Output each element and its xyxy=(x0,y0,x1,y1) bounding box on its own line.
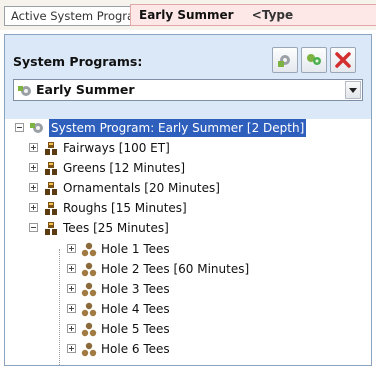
expand-toggle[interactable] xyxy=(29,203,38,212)
expand-toggle[interactable] xyxy=(29,183,38,192)
station-icon xyxy=(81,242,97,257)
tree-group-label: Roughs [15 Minutes] xyxy=(63,201,187,215)
tree-station-label: Hole 3 Tees xyxy=(101,282,170,296)
collapse-toggle[interactable] xyxy=(29,223,38,232)
dropdown-toggle-button[interactable] xyxy=(345,81,361,99)
expand-toggle[interactable] xyxy=(29,163,38,172)
tree-station-label: Hole 2 Tees [60 Minutes] xyxy=(101,262,250,276)
program-tree[interactable]: System Program: Early Summer [2 Depth] F… xyxy=(5,119,371,365)
add-program-icon xyxy=(278,55,290,67)
station-icon xyxy=(81,262,97,277)
tree-group-node[interactable]: Greens [12 Minutes] xyxy=(5,159,371,177)
expand-toggle[interactable] xyxy=(67,264,76,273)
tree-station-node[interactable]: Hole 1 Tees xyxy=(5,240,371,258)
tree-station-node[interactable]: Hole 2 Tees [60 Minutes] xyxy=(5,260,371,278)
new-program-button[interactable] xyxy=(272,47,298,73)
tree-group-label: Fairways [100 ET] xyxy=(63,141,170,155)
collapse-toggle[interactable] xyxy=(15,123,24,132)
dropdown-selected-value: Early Summer xyxy=(36,82,135,97)
program-type-label: <Type xyxy=(251,8,294,22)
expand-toggle[interactable] xyxy=(67,324,76,333)
expand-toggle[interactable] xyxy=(67,284,76,293)
copy-program-icon xyxy=(307,54,321,65)
station-group-icon xyxy=(45,222,57,235)
delete-icon xyxy=(335,52,351,68)
tree-station-label: Hole 5 Tees xyxy=(101,322,170,336)
tree-group-label: Greens [12 Minutes] xyxy=(63,161,186,175)
tree-station-label: Hole 6 Tees xyxy=(101,342,170,356)
panel-header: System Programs: Early Summer xyxy=(5,35,371,113)
tree-group-label: Ornamentals [20 Minutes] xyxy=(63,181,220,195)
system-programs-panel: System Programs: Early Summer System Pro… xyxy=(4,34,372,366)
tree-group-node[interactable]: Tees [25 Minutes] xyxy=(5,219,371,237)
system-program-dropdown[interactable]: Early Summer xyxy=(13,79,363,101)
tree-station-node[interactable]: Hole 6 Tees xyxy=(5,340,371,358)
tree-group-label: Tees [25 Minutes] xyxy=(63,221,169,235)
expand-toggle[interactable] xyxy=(67,244,76,253)
tree-station-label: Hole 1 Tees xyxy=(101,242,170,256)
station-group-icon xyxy=(45,142,57,155)
copy-program-button[interactable] xyxy=(301,47,327,73)
tree-group-node[interactable]: Roughs [15 Minutes] xyxy=(5,199,371,217)
program-icon xyxy=(18,86,31,96)
tree-root-node[interactable]: System Program: Early Summer [2 Depth] xyxy=(5,119,371,137)
tree-group-node[interactable]: Fairways [100 ET] xyxy=(5,139,371,157)
tree-station-node[interactable]: Hole 3 Tees xyxy=(5,280,371,298)
tree-station-label: Hole 4 Tees xyxy=(101,302,170,316)
active-program-badge[interactable]: Early Summer <Type xyxy=(130,4,376,26)
station-group-icon xyxy=(45,182,57,195)
active-program-bar: Active System Program : Early Summer <Ty… xyxy=(0,0,376,30)
delete-program-button[interactable] xyxy=(330,47,356,73)
expand-toggle[interactable] xyxy=(67,344,76,353)
tree-group-node[interactable]: Ornamentals [20 Minutes] xyxy=(5,179,371,197)
station-icon xyxy=(81,282,97,297)
active-program-name: Early Summer xyxy=(139,8,234,22)
tree-station-node[interactable]: Hole 5 Tees xyxy=(5,320,371,338)
tree-root-label: System Program: Early Summer [2 Depth] xyxy=(49,119,307,137)
station-icon xyxy=(81,302,97,317)
station-icon xyxy=(81,342,97,357)
program-icon xyxy=(30,123,43,133)
system-programs-title: System Programs: xyxy=(13,54,143,69)
station-group-icon xyxy=(45,162,57,175)
expand-toggle[interactable] xyxy=(67,304,76,313)
chevron-down-icon xyxy=(349,88,357,93)
expand-toggle[interactable] xyxy=(29,143,38,152)
tree-station-node[interactable]: Hole 4 Tees xyxy=(5,300,371,318)
station-group-icon xyxy=(45,202,57,215)
station-icon xyxy=(81,322,97,337)
